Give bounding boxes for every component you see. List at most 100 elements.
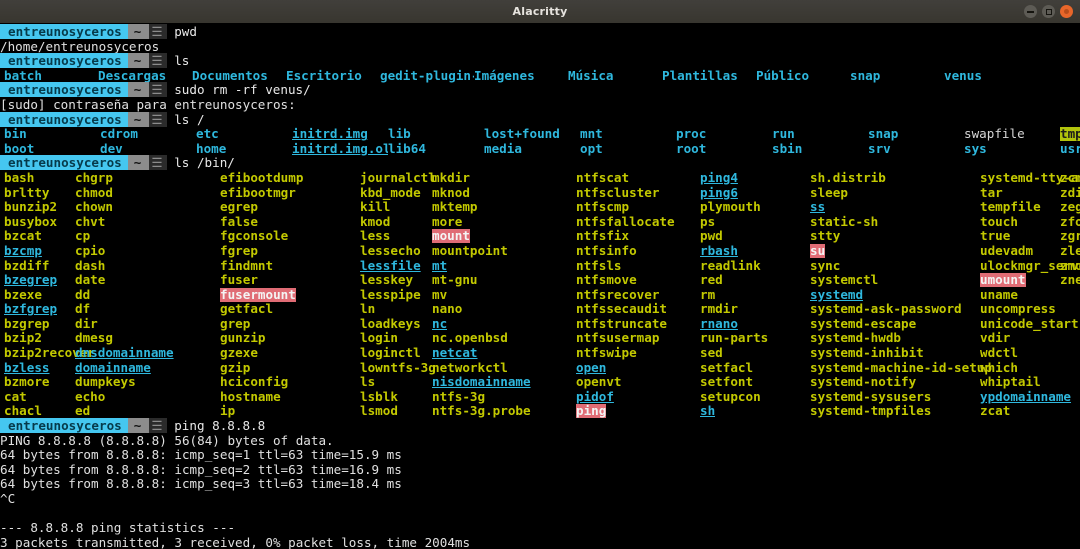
listing-item[interactable]: rnano bbox=[700, 317, 738, 332]
filename[interactable]: bzegrep bbox=[4, 273, 57, 287]
filename[interactable]: lesspipe bbox=[360, 288, 421, 302]
listing-item[interactable]: bunzip2 bbox=[4, 200, 57, 215]
listing-item[interactable]: lib64 bbox=[388, 142, 484, 157]
listing-item[interactable]: ntfs-3g bbox=[432, 390, 485, 405]
filename[interactable]: journalctl bbox=[360, 171, 436, 185]
listing-item[interactable]: ntfsfallocate bbox=[576, 215, 675, 230]
filename[interactable]: loginctl bbox=[360, 346, 421, 360]
filename[interactable]: ntfssecaudit bbox=[576, 302, 667, 316]
listing-item[interactable]: bzmore bbox=[4, 375, 50, 390]
filename[interactable]: setupcon bbox=[700, 390, 761, 404]
filename[interactable]: zcat bbox=[980, 404, 1010, 418]
filename[interactable]: busybox bbox=[4, 215, 57, 229]
filename[interactable]: ntfsmove bbox=[576, 273, 637, 287]
filename[interactable]: systemd-tmpfiles bbox=[810, 404, 931, 418]
listing-item[interactable]: srv bbox=[868, 142, 964, 157]
filename[interactable]: Plantillas bbox=[662, 69, 738, 83]
listing-item[interactable]: true bbox=[980, 229, 1010, 244]
filename[interactable]: pidof bbox=[576, 390, 614, 404]
filename[interactable]: usr bbox=[1060, 142, 1080, 156]
listing-item[interactable]: lesspipe bbox=[360, 288, 421, 303]
listing-item[interactable]: systemd-inhibit bbox=[810, 346, 924, 361]
filename[interactable]: cdrom bbox=[100, 127, 138, 141]
filename[interactable]: ln bbox=[360, 302, 375, 316]
listing-item[interactable]: ping6 bbox=[700, 186, 738, 201]
listing-item[interactable]: plymouth bbox=[700, 200, 761, 215]
listing-item[interactable]: zforce bbox=[1060, 215, 1080, 230]
listing-item[interactable]: ntfscmp bbox=[576, 200, 629, 215]
filename[interactable]: home bbox=[196, 142, 226, 156]
listing-item[interactable]: readlink bbox=[700, 259, 761, 274]
filename[interactable]: zforce bbox=[1060, 215, 1080, 229]
listing-item[interactable]: snap bbox=[868, 127, 964, 142]
filename[interactable]: sed bbox=[700, 346, 723, 360]
filename[interactable]: lib bbox=[388, 127, 411, 141]
filename[interactable]: loadkeys bbox=[360, 317, 421, 331]
listing-item[interactable]: pwd bbox=[700, 229, 723, 244]
listing-item[interactable]: wdctl bbox=[980, 346, 1018, 361]
filename[interactable]: systemd bbox=[810, 288, 863, 302]
listing-item[interactable]: zcat bbox=[980, 404, 1010, 419]
listing-item[interactable]: hciconfig bbox=[220, 375, 288, 390]
filename[interactable]: bzexe bbox=[4, 288, 42, 302]
listing-item[interactable]: bzfgrep bbox=[4, 302, 57, 317]
filename[interactable]: Escritorio bbox=[286, 69, 362, 83]
filename[interactable]: open bbox=[576, 361, 606, 375]
listing-item[interactable]: ntfs-3g.probe bbox=[432, 404, 531, 419]
filename[interactable]: lsblk bbox=[360, 390, 398, 404]
filename[interactable]: snap bbox=[850, 69, 880, 83]
filename[interactable]: kill bbox=[360, 200, 390, 214]
filename[interactable]: fuser bbox=[220, 273, 258, 287]
listing-item[interactable]: sh.distrib bbox=[810, 171, 886, 186]
filename[interactable]: tempfile bbox=[980, 200, 1041, 214]
listing-item[interactable]: cat bbox=[4, 390, 27, 405]
filename[interactable]: mt-gnu bbox=[432, 273, 478, 287]
filename[interactable]: sh bbox=[700, 404, 715, 418]
listing-item[interactable]: mountpoint bbox=[432, 244, 508, 259]
filename[interactable]: hciconfig bbox=[220, 375, 288, 389]
listing-item[interactable]: sh bbox=[700, 404, 715, 419]
filename[interactable]: date bbox=[75, 273, 105, 287]
listing-item[interactable]: sync bbox=[810, 259, 840, 274]
listing-item[interactable]: zgrep bbox=[1060, 229, 1080, 244]
listing-item[interactable]: run-parts bbox=[700, 331, 768, 346]
listing-item[interactable]: run bbox=[772, 127, 868, 142]
filename[interactable]: bzmore bbox=[4, 375, 50, 389]
filename[interactable]: more bbox=[432, 215, 462, 229]
filename[interactable]: unicode_start bbox=[980, 317, 1079, 331]
filename[interactable]: ntfs-3g.probe bbox=[432, 404, 531, 418]
filename[interactable]: ntfsfallocate bbox=[576, 215, 675, 229]
listing-item[interactable]: root bbox=[676, 142, 772, 157]
filename[interactable]: systemd-notify bbox=[810, 375, 916, 389]
close-icon[interactable] bbox=[1060, 5, 1073, 18]
listing-item[interactable]: etc bbox=[196, 127, 292, 142]
filename[interactable]: tar bbox=[980, 186, 1003, 200]
listing-item[interactable]: chvt bbox=[75, 215, 105, 230]
filename[interactable]: chmod bbox=[75, 186, 113, 200]
filename[interactable]: chvt bbox=[75, 215, 105, 229]
listing-item[interactable]: gzexe bbox=[220, 346, 258, 361]
listing-item[interactable]: ln bbox=[360, 302, 375, 317]
filename[interactable]: setfont bbox=[700, 375, 753, 389]
filename[interactable]: media bbox=[484, 142, 522, 156]
maximize-icon[interactable] bbox=[1042, 5, 1055, 18]
filename[interactable]: sleep bbox=[810, 186, 848, 200]
filename[interactable]: static-sh bbox=[810, 215, 878, 229]
listing-item[interactable]: mt-gnu bbox=[432, 273, 478, 288]
filename[interactable]: mt bbox=[432, 259, 447, 273]
filename[interactable]: touch bbox=[980, 215, 1018, 229]
listing-item[interactable]: fusermount bbox=[220, 287, 296, 303]
filename[interactable]: zdiff bbox=[1060, 186, 1080, 200]
filename[interactable]: ed bbox=[75, 404, 90, 418]
filename[interactable]: systemd-escape bbox=[810, 317, 916, 331]
filename[interactable]: venus bbox=[944, 69, 982, 83]
listing-item[interactable]: cdrom bbox=[100, 127, 196, 142]
listing-item[interactable]: umount bbox=[980, 273, 1026, 288]
filename[interactable]: zless bbox=[1060, 244, 1080, 258]
filename[interactable]: kbd_mode bbox=[360, 186, 421, 200]
filename[interactable]: Imágenes bbox=[474, 69, 535, 83]
filename[interactable]: chgrp bbox=[75, 171, 113, 185]
listing-item[interactable]: setupcon bbox=[700, 390, 761, 405]
filename[interactable]: run bbox=[772, 127, 795, 141]
listing-item[interactable]: kbd_mode bbox=[360, 186, 421, 201]
